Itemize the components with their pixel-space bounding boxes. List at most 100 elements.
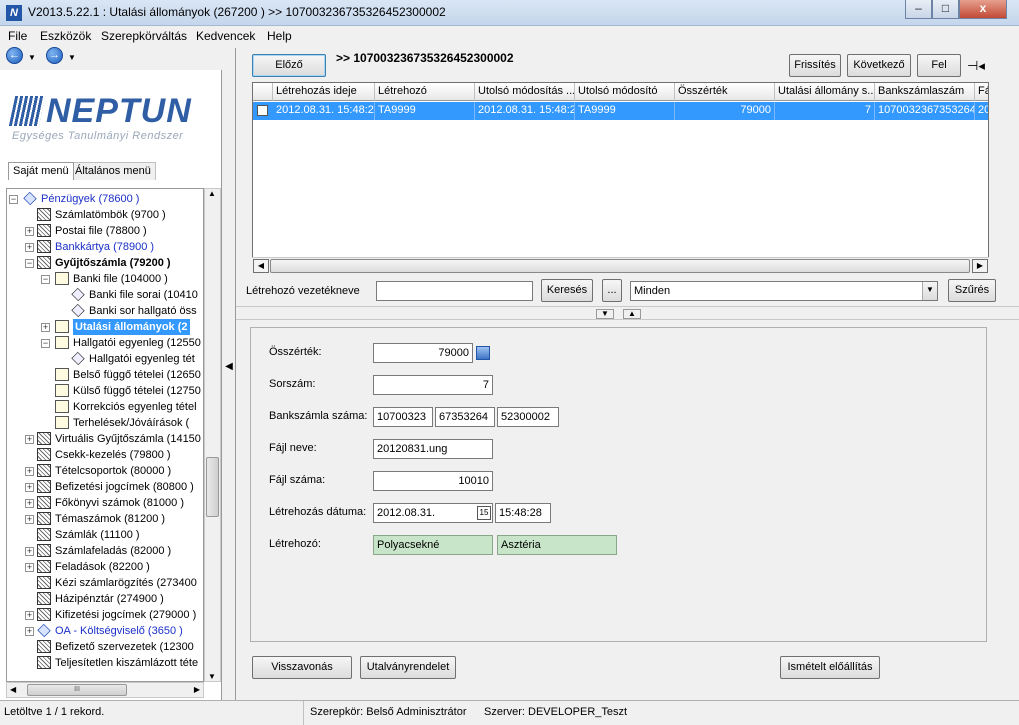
more-button[interactable]: ... bbox=[602, 279, 622, 302]
grid-header-checkbox[interactable] bbox=[253, 83, 273, 101]
grid-cell: 10700323673532645 bbox=[875, 102, 975, 120]
close-button[interactable]: x bbox=[959, 0, 1007, 19]
back-arrow-icon[interactable]: ← bbox=[6, 47, 23, 64]
main-pane: Előző >> 107003236735326452300002 Frissí… bbox=[236, 48, 1019, 700]
filter-bar: Létrehozó vezetékneve Keresés ... Minden… bbox=[236, 278, 1019, 306]
tab-altalanos-menu[interactable]: Általános menü bbox=[70, 162, 156, 180]
window-title: V2013.5.22.1 : Utalási állományok (26720… bbox=[28, 5, 446, 19]
scroll-left-icon[interactable]: ◀ bbox=[10, 685, 16, 694]
bankszamla-field-3[interactable]: 52300002 bbox=[497, 407, 559, 427]
menu-file[interactable]: File bbox=[8, 29, 27, 43]
grid-header-cell[interactable]: Létrehozó bbox=[375, 83, 475, 101]
grid-cell: 2012.08.31. 15:48:2 bbox=[273, 102, 375, 120]
scroll-left-icon[interactable]: ◀ bbox=[253, 259, 269, 273]
grid-cell: 79000 bbox=[675, 102, 775, 120]
forward-dropdown-icon[interactable]: ▼ bbox=[68, 53, 76, 62]
filter-input[interactable] bbox=[376, 281, 533, 301]
grid-header-cell[interactable]: Bankszámlaszám bbox=[875, 83, 975, 101]
osszertek-label: Összérték: bbox=[269, 346, 322, 358]
status-loaded: Letöltve 1 / 1 rekord. bbox=[0, 701, 304, 725]
up-button[interactable]: Fel bbox=[917, 54, 961, 77]
tree-vertical-scrollbar[interactable]: ▲ ▼ bbox=[204, 188, 221, 682]
forward-arrow-icon[interactable]: → bbox=[46, 47, 63, 64]
menu-kedvencek[interactable]: Kedvencek bbox=[196, 29, 255, 43]
bankszamla-field-2[interactable]: 67353264 bbox=[435, 407, 495, 427]
menu-help[interactable]: Help bbox=[267, 29, 292, 43]
grid-cell: 20 bbox=[975, 102, 988, 120]
chevron-down-icon[interactable]: ▼ bbox=[922, 282, 937, 300]
fajlnev-label: Fájl neve: bbox=[269, 442, 317, 454]
fajlszam-field[interactable]: 10010 bbox=[373, 471, 493, 491]
search-button[interactable]: Keresés bbox=[541, 279, 593, 302]
ido-field[interactable]: 15:48:28 bbox=[495, 503, 551, 523]
collapse-up-icon[interactable]: ▲ bbox=[623, 309, 641, 319]
scroll-thumb[interactable] bbox=[206, 457, 219, 517]
grid-cell: TA9999 bbox=[375, 102, 475, 120]
datum-label: Létrehozás dátuma: bbox=[269, 506, 367, 518]
osszertek-field[interactable]: 79000 bbox=[373, 343, 473, 363]
calendar-icon[interactable]: 15 bbox=[477, 506, 491, 520]
neptun-logo-subtitle: Egységes Tanulmányi Rendszer bbox=[12, 130, 184, 142]
menu-bar: File Eszközök Szerepkörváltás Kedvencek … bbox=[0, 26, 1019, 45]
menu-szerepkorvaltas[interactable]: Szerepkörváltás bbox=[101, 29, 187, 43]
grid-header: Létrehozás ideje Létrehozó Utolsó módosí… bbox=[253, 83, 988, 101]
scroll-down-icon[interactable]: ▼ bbox=[208, 672, 216, 681]
keresztnev-field: Asztéria bbox=[497, 535, 617, 555]
filter-select[interactable]: Minden ▼ bbox=[630, 281, 938, 301]
minimize-button[interactable]: – bbox=[905, 0, 932, 19]
status-server: Szerver: DEVELOPER_Teszt bbox=[484, 706, 628, 718]
grid-cell: 2012.08.31. 15:48:2 bbox=[475, 102, 575, 120]
letrehozo-label: Létrehozó: bbox=[269, 538, 321, 550]
grid-horizontal-scrollbar[interactable]: ◀ ▶ bbox=[252, 257, 989, 274]
neptun-app-icon: N bbox=[6, 5, 22, 21]
status-role: Szerepkör: Belső Adminisztrátor bbox=[310, 706, 467, 718]
pane-splitter[interactable]: ◀ bbox=[222, 48, 236, 700]
collapse-left-icon[interactable]: ◀ bbox=[224, 361, 234, 383]
visszavonas-button[interactable]: Visszavonás bbox=[252, 656, 352, 679]
grid-header-cell[interactable]: Utolsó módosító bbox=[575, 83, 675, 101]
next-button[interactable]: Következő bbox=[847, 54, 911, 77]
grid-cell: TA9999 bbox=[575, 102, 675, 120]
grid-header-cell[interactable]: Utalási állomány s... bbox=[775, 83, 875, 101]
grid-header-cell[interactable]: Fá bbox=[975, 83, 988, 101]
scroll-thumb[interactable] bbox=[270, 259, 970, 273]
row-checkbox[interactable] bbox=[257, 105, 268, 116]
utalvanyrendelet-button[interactable]: Utalványrendelet bbox=[360, 656, 456, 679]
records-grid: Létrehozás ideje Létrehozó Utolsó módosí… bbox=[252, 82, 989, 272]
back-dropdown-icon[interactable]: ▼ bbox=[28, 53, 36, 62]
filter-select-value: Minden bbox=[634, 285, 671, 297]
maximize-button[interactable]: □ bbox=[932, 0, 959, 19]
calculator-icon[interactable] bbox=[476, 346, 490, 360]
vezeteknev-field: Polyacsekné bbox=[373, 535, 493, 555]
fajlnev-field[interactable]: 20120831.ung bbox=[373, 439, 493, 459]
scroll-thumb[interactable]: III bbox=[27, 684, 127, 696]
menu-tree: − Pénzügyek (78600 ) Számlatömbök (9700 )… bbox=[6, 188, 204, 682]
status-bar: Letöltve 1 / 1 rekord. Szerepkör: Belső … bbox=[0, 700, 1019, 725]
menu-eszkozok[interactable]: Eszközök bbox=[40, 29, 91, 43]
scroll-up-icon[interactable]: ▲ bbox=[208, 189, 216, 198]
ismetelt-eloallitas-button[interactable]: Ismételt előállítás bbox=[780, 656, 880, 679]
bankszamla-field-1[interactable]: 10700323 bbox=[373, 407, 433, 427]
grid-header-cell[interactable]: Létrehozás ideje bbox=[273, 83, 375, 101]
neptun-logo-text: NEPTUN bbox=[46, 92, 192, 130]
previous-button[interactable]: Előző bbox=[252, 54, 326, 77]
grid-cell: 7 bbox=[775, 102, 875, 120]
tree-horizontal-scrollbar[interactable]: ◀ III ▶ bbox=[6, 682, 204, 698]
scroll-right-icon[interactable]: ▶ bbox=[194, 685, 200, 694]
table-row[interactable]: 2012.08.31. 15:48:2 TA9999 2012.08.31. 1… bbox=[253, 102, 988, 120]
filter-label: Létrehozó vezetékneve bbox=[246, 285, 360, 297]
left-pane: NEPTUN Egységes Tanulmányi Rendszer Sajá… bbox=[0, 70, 222, 700]
neptun-logo-icon bbox=[8, 96, 46, 126]
pin-icon[interactable]: ⊣◂ bbox=[967, 58, 985, 74]
scroll-right-icon[interactable]: ▶ bbox=[972, 259, 988, 273]
fajlszam-label: Fájl száma: bbox=[269, 474, 326, 486]
tab-sajat-menu[interactable]: Saját menü bbox=[8, 162, 74, 180]
sorszam-label: Sorszám: bbox=[269, 378, 316, 390]
refresh-button[interactable]: Frissítés bbox=[789, 54, 841, 77]
collapse-down-icon[interactable]: ▼ bbox=[596, 309, 614, 319]
grid-header-cell[interactable]: Összérték bbox=[675, 83, 775, 101]
sorszam-field[interactable]: 7 bbox=[373, 375, 493, 395]
filter-button[interactable]: Szűrés bbox=[948, 279, 996, 302]
datum-field[interactable]: 2012.08.31. bbox=[373, 503, 493, 523]
grid-header-cell[interactable]: Utolsó módosítás ... bbox=[475, 83, 575, 101]
